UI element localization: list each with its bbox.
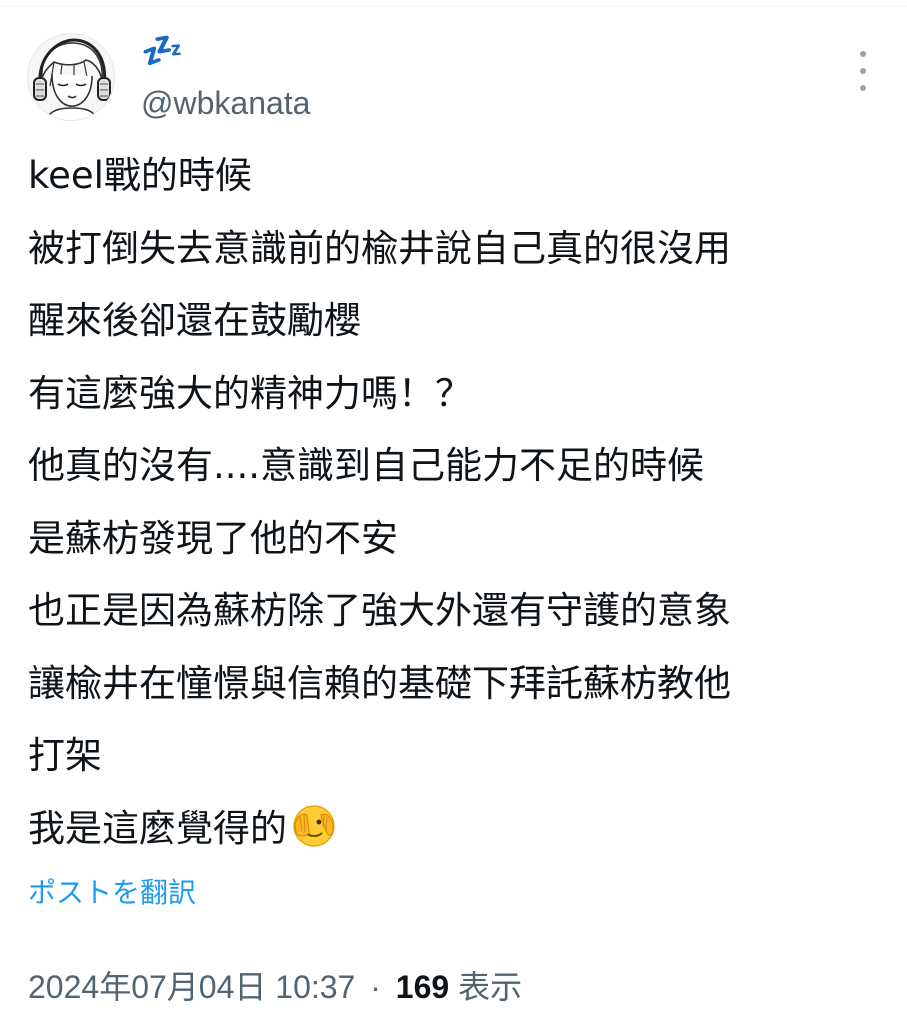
user-handle[interactable]: @wbkanata	[141, 81, 310, 125]
avatar-illustration	[28, 34, 114, 120]
face-with-peeking-eye-emoji	[293, 804, 335, 847]
translate-post-link[interactable]: ポストを翻訳	[28, 872, 196, 914]
more-options-button[interactable]	[846, 51, 880, 91]
tweet-line: 有這麼強大的精神力嗎！？	[28, 371, 472, 415]
tweet-line: keel戰的時候	[28, 154, 252, 197]
tweet-line: 打架	[28, 734, 102, 777]
more-vertical-icon-dot	[860, 68, 866, 74]
tweet-line: 他真的沒有....意識到自己能力不足的時候	[28, 444, 705, 487]
tweet-last-line: 我是這麼覺得的	[28, 803, 888, 876]
tweet-text: keel戰的時候 被打倒失去意識前的楡井說自己真的很沒用 醒來後卻還在鼓勵櫻 有…	[28, 150, 888, 875]
tweet-line: 醒來後卻還在鼓勵櫻	[28, 299, 361, 342]
tweet-line: 讓楡井在憧憬與信賴的基礎下拜託蘇枋教他	[28, 661, 731, 705]
tweet-line: 也正是因為蘇枋除了強大外還有守護的意象	[28, 589, 731, 632]
tweet-line-text: 我是這麼覺得的	[28, 806, 287, 850]
tweet-line: 是蘇枋發現了他的不安	[28, 516, 398, 560]
tweet-line: 被打倒失去意識前的楡井說自己真的很沒用	[28, 226, 731, 270]
avatar[interactable]	[27, 33, 115, 121]
views-label: 表示	[458, 969, 523, 1005]
top-divider	[0, 6, 907, 7]
meta-separator: ·	[370, 969, 381, 1005]
more-vertical-icon-dot	[860, 85, 866, 91]
timestamp[interactable]: 2024年07月04日 10:37	[28, 969, 355, 1005]
display-name[interactable]: 💤	[141, 26, 183, 76]
views-count[interactable]: 169	[396, 969, 449, 1005]
tweet-meta: 2024年07月04日 10:37 · 169 表示	[28, 962, 522, 1012]
more-vertical-icon	[860, 51, 866, 57]
